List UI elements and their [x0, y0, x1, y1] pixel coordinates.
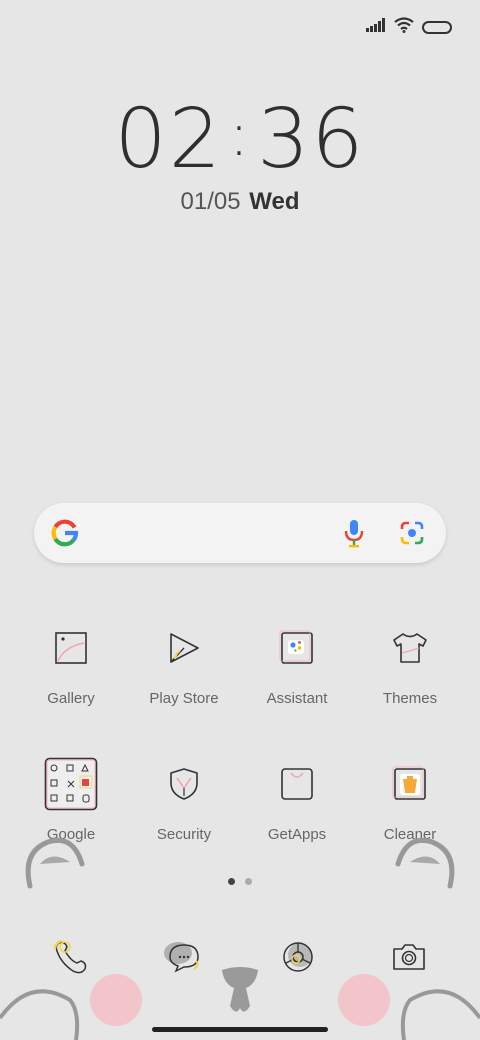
google-search-bar[interactable] — [34, 503, 446, 563]
security-icon — [156, 756, 212, 812]
google-folder-icon — [43, 756, 99, 812]
clock-widget[interactable]: 02:36 — [0, 92, 480, 187]
cleaner-icon — [382, 756, 438, 812]
clock-colon: : — [228, 100, 252, 170]
signal-icon — [366, 17, 386, 37]
camera-icon — [389, 937, 429, 982]
home-indicator[interactable] — [152, 1027, 328, 1032]
gallery-icon — [43, 620, 99, 676]
page-dot-active — [228, 878, 235, 885]
app-cleaner[interactable]: Cleaner — [355, 756, 465, 843]
dock-browser[interactable] — [273, 934, 323, 984]
messages-icon — [162, 937, 202, 982]
app-label-google: Google — [46, 826, 96, 843]
dock-camera[interactable] — [384, 934, 434, 984]
getapps-icon — [269, 756, 325, 812]
clock-hours: 02 — [114, 92, 223, 187]
app-label-gallery: Gallery — [47, 690, 95, 707]
dock-phone[interactable] — [46, 934, 96, 984]
app-security[interactable]: Security — [129, 756, 239, 843]
app-label-security: Security — [156, 826, 212, 843]
app-label-cleaner: Cleaner — [383, 826, 437, 843]
app-assistant[interactable]: Assistant — [242, 620, 352, 707]
date-label: 01/05 Wed — [0, 188, 480, 216]
date-value: 01/05 — [180, 188, 241, 215]
app-play-store[interactable]: Play Store — [129, 620, 239, 707]
app-label-getapps: GetApps — [267, 826, 327, 843]
mic-icon[interactable] — [342, 518, 366, 553]
page-indicator[interactable] — [228, 878, 252, 885]
app-gallery[interactable]: Gallery — [16, 620, 126, 707]
browser-icon — [278, 937, 318, 982]
play-store-icon — [156, 620, 212, 676]
app-getapps[interactable]: GetApps — [242, 756, 352, 843]
lens-icon[interactable] — [398, 519, 426, 552]
wifi-icon — [394, 16, 414, 38]
themes-icon — [382, 620, 438, 676]
app-themes[interactable]: Themes — [355, 620, 465, 707]
app-label-play-store: Play Store — [149, 690, 219, 707]
page-dot-inactive — [245, 878, 252, 885]
phone-icon — [51, 937, 91, 982]
app-label-themes: Themes — [382, 690, 438, 707]
app-google-folder[interactable]: Google — [16, 756, 126, 843]
assistant-icon — [269, 620, 325, 676]
battery-icon — [422, 20, 452, 34]
dock-messages[interactable] — [157, 934, 207, 984]
weekday-value: Wed — [249, 188, 300, 215]
app-label-assistant: Assistant — [266, 690, 328, 707]
clock-minutes: 36 — [257, 92, 366, 187]
google-g-icon — [50, 518, 80, 553]
status-bar — [366, 14, 452, 40]
